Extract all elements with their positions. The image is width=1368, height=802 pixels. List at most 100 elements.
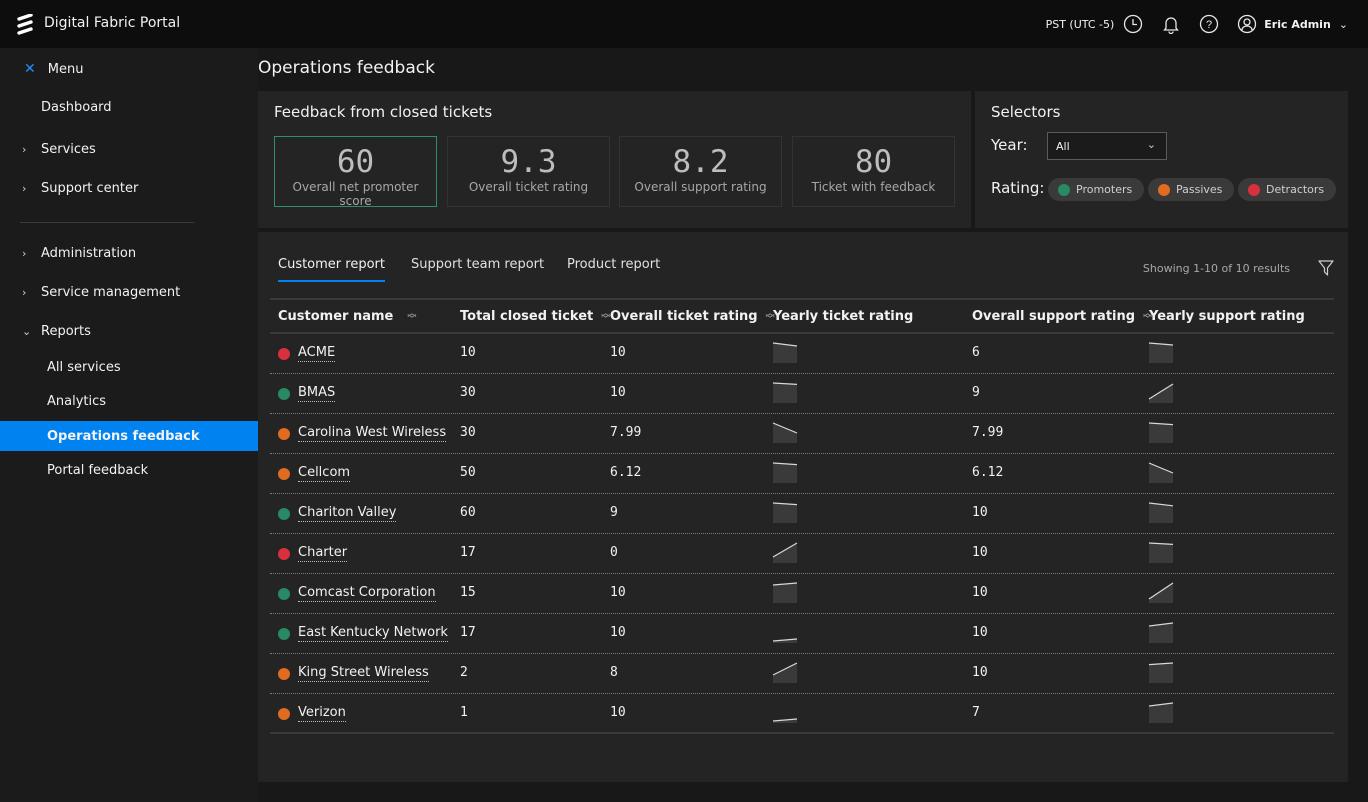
sidebar-item-operations-feedback[interactable]: Operations feedback xyxy=(0,421,258,451)
sparkline-area xyxy=(1149,503,1173,523)
user-name[interactable]: Eric Admin xyxy=(1264,18,1331,31)
overall-ticket-rating-cell: 6.12 xyxy=(610,465,642,480)
sort-icon[interactable]: ︿ ﹀ xyxy=(407,309,416,324)
overall-support-rating-cell: 7.99 xyxy=(972,425,1004,440)
customer-name-link[interactable]: King Street Wireless xyxy=(298,665,429,682)
yearly-support-rating-sparkline xyxy=(1148,342,1174,363)
overall-ticket-rating-cell: 9 xyxy=(610,505,618,520)
yearly-ticket-rating-sparkline xyxy=(772,542,798,563)
rating-filter-passives[interactable]: Passives xyxy=(1148,178,1235,201)
sidebar-item-support-center[interactable]: › Support center xyxy=(0,173,258,203)
chevron-right-icon: › xyxy=(22,142,27,156)
table-row[interactable]: Cellcom 50 6.12 6.12 xyxy=(270,454,1334,494)
sidebar: ✕ Menu Dashboard › Services › Support ce… xyxy=(0,48,258,802)
kpi-value: 60 xyxy=(336,144,375,180)
table-row[interactable]: Verizon 1 10 7 xyxy=(270,694,1334,734)
table-row[interactable]: ACME 10 10 6 xyxy=(270,334,1334,374)
status-dot-icon xyxy=(278,347,290,360)
sidebar-item-label: Reports xyxy=(41,323,91,339)
total-closed-ticket-cell: 30 xyxy=(460,385,476,400)
customer-name-link[interactable]: Comcast Corporation xyxy=(298,585,436,602)
sidebar-item-reports[interactable]: ⌄ Reports xyxy=(0,316,258,346)
sidebar-item-administration[interactable]: › Administration xyxy=(0,238,258,268)
customer-name-link[interactable]: Verizon xyxy=(298,705,346,722)
sidebar-item-services[interactable]: › Services xyxy=(0,134,258,164)
yearly-ticket-rating-sparkline xyxy=(772,382,798,403)
status-dot-icon xyxy=(278,667,290,680)
filter-icon[interactable] xyxy=(1318,259,1334,277)
overall-support-rating-cell: 10 xyxy=(972,625,988,640)
table-row[interactable]: Chariton Valley 60 9 10 xyxy=(270,494,1334,534)
customer-name-link[interactable]: East Kentucky Network xyxy=(298,625,448,642)
selectors-card-title: Selectors xyxy=(991,103,1061,121)
year-label: Year: xyxy=(991,136,1028,154)
yearly-support-rating-sparkline xyxy=(1148,662,1174,683)
customer-name-link[interactable]: BMAS xyxy=(298,385,336,402)
status-dot-icon xyxy=(278,427,290,440)
menu-toggle[interactable]: ✕ Menu xyxy=(24,61,83,77)
kpi-tickets-with-feedback[interactable]: 80 Ticket with feedback xyxy=(792,136,955,207)
sparkline-area xyxy=(773,383,797,403)
sidebar-item-label: Administration xyxy=(41,245,137,261)
sidebar-item-dashboard[interactable]: Dashboard xyxy=(0,92,258,122)
rating-filter-detractors[interactable]: Detractors xyxy=(1238,178,1337,201)
column-label: Overall support rating xyxy=(972,309,1136,324)
sidebar-item-label: Dashboard xyxy=(41,99,112,115)
customer-name-link[interactable]: ACME xyxy=(298,345,336,362)
clock-icon[interactable] xyxy=(1122,13,1144,35)
column-header-overall-ticket-rating[interactable]: Overall ticket rating ︿ ﹀ xyxy=(610,309,775,324)
user-menu-chevron-icon[interactable]: ⌄ xyxy=(1339,18,1348,31)
year-select[interactable]: All ⌄ xyxy=(1047,132,1167,160)
sparkline-area xyxy=(1149,423,1173,443)
status-dot-icon xyxy=(278,587,290,600)
pill-label: Passives xyxy=(1176,183,1223,196)
sidebar-item-label: Services xyxy=(41,141,96,157)
column-header-customer-name[interactable]: Customer name ︿ ﹀ xyxy=(278,309,416,324)
yearly-support-rating-sparkline xyxy=(1148,383,1174,403)
detractor-dot-icon xyxy=(1248,183,1260,196)
table-row[interactable]: Carolina West Wireless 30 7.99 7.99 xyxy=(270,414,1334,454)
passive-dot-icon xyxy=(1158,183,1170,196)
pill-label: Detractors xyxy=(1266,183,1325,196)
user-avatar-icon[interactable] xyxy=(1236,13,1258,35)
kpi-ticket-rating[interactable]: 9.3 Overall ticket rating xyxy=(447,136,610,207)
chevron-right-icon: › xyxy=(22,246,27,260)
table-row[interactable]: East Kentucky Network 17 10 10 xyxy=(270,614,1334,654)
tab-support-team-report[interactable]: Support team report xyxy=(411,257,544,280)
table-row[interactable]: King Street Wireless 2 8 10 xyxy=(270,654,1334,694)
customer-name-link[interactable]: Charter xyxy=(298,545,348,562)
column-header-overall-support-rating[interactable]: Overall support rating ︿ ﹀ xyxy=(972,309,1152,324)
sort-icon[interactable]: ︿ ﹀ xyxy=(601,309,610,324)
rating-filter-promoters[interactable]: Promoters xyxy=(1048,178,1145,201)
table-row[interactable]: Comcast Corporation 15 10 10 xyxy=(270,574,1334,614)
column-header-total-closed-ticket[interactable]: Total closed ticket ︿ ﹀ xyxy=(460,309,610,324)
customer-name-link[interactable]: Cellcom xyxy=(298,465,351,482)
yearly-ticket-rating-sparkline xyxy=(772,502,798,523)
column-header-yearly-ticket-rating: Yearly ticket rating xyxy=(773,309,913,324)
tab-product-report[interactable]: Product report xyxy=(567,257,660,280)
sidebar-item-portal-feedback[interactable]: Portal feedback xyxy=(0,455,258,485)
sidebar-item-all-services[interactable]: All services xyxy=(0,352,258,382)
kpi-value: 9.3 xyxy=(500,144,557,180)
table-row[interactable]: BMAS 30 10 9 xyxy=(270,374,1334,414)
sidebar-item-analytics[interactable]: Analytics xyxy=(0,386,258,416)
kpi-net-promoter-score[interactable]: 60 Overall net promoter score xyxy=(274,136,437,208)
sidebar-item-service-management[interactable]: › Service management xyxy=(0,277,258,307)
customer-name-link[interactable]: Chariton Valley xyxy=(298,505,397,522)
table-row[interactable]: Charter 17 0 10 xyxy=(270,534,1334,574)
customer-cell: Chariton Valley xyxy=(278,505,397,522)
yearly-ticket-rating-sparkline xyxy=(772,718,798,723)
yearly-support-rating-sparkline xyxy=(1148,422,1174,443)
tab-customer-report[interactable]: Customer report xyxy=(278,257,385,282)
total-closed-ticket-cell: 60 xyxy=(460,505,476,520)
feedback-card: Feedback from closed tickets 60 Overall … xyxy=(258,91,971,228)
pill-label: Promoters xyxy=(1076,183,1133,196)
close-icon[interactable]: ✕ xyxy=(24,61,36,77)
customer-name-link[interactable]: Carolina West Wireless xyxy=(298,425,447,442)
kpi-value: 8.2 xyxy=(672,144,729,180)
kpi-support-rating[interactable]: 8.2 Overall support rating xyxy=(619,136,782,207)
bell-icon[interactable] xyxy=(1160,13,1182,35)
help-icon[interactable]: ? xyxy=(1198,13,1220,35)
timezone-label: PST (UTC -5) xyxy=(1045,17,1115,31)
rating-label: Rating: xyxy=(991,179,1045,197)
